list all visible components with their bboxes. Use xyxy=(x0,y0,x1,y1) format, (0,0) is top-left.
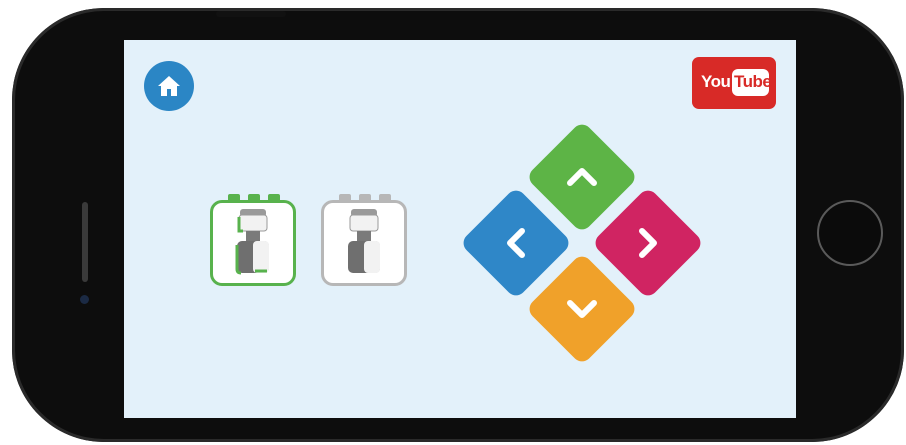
speaker-grille xyxy=(82,202,88,282)
app-screen: You Tube xyxy=(124,40,796,418)
robot-cube-icon xyxy=(348,209,380,273)
youtube-logo-tube-box: Tube xyxy=(732,69,772,96)
youtube-logo-you: You xyxy=(701,72,731,91)
card-tabs xyxy=(339,194,391,202)
robot-card-selected[interactable] xyxy=(210,194,296,286)
chevron-left-icon xyxy=(507,228,525,258)
power-button xyxy=(216,11,286,17)
chevron-down-icon xyxy=(567,300,597,318)
robot-cube-icon xyxy=(235,209,269,275)
phone-home-button[interactable] xyxy=(817,200,883,266)
home-button[interactable] xyxy=(144,61,194,111)
camera-lens xyxy=(80,295,89,304)
chevron-right-icon xyxy=(639,228,657,258)
chevron-up-icon xyxy=(567,168,597,186)
card-tabs xyxy=(228,194,280,202)
youtube-logo-tube: Tube xyxy=(734,72,772,91)
robot-card-unselected[interactable] xyxy=(321,194,407,286)
home-icon xyxy=(158,76,180,96)
youtube-button[interactable]: You Tube xyxy=(692,57,776,109)
